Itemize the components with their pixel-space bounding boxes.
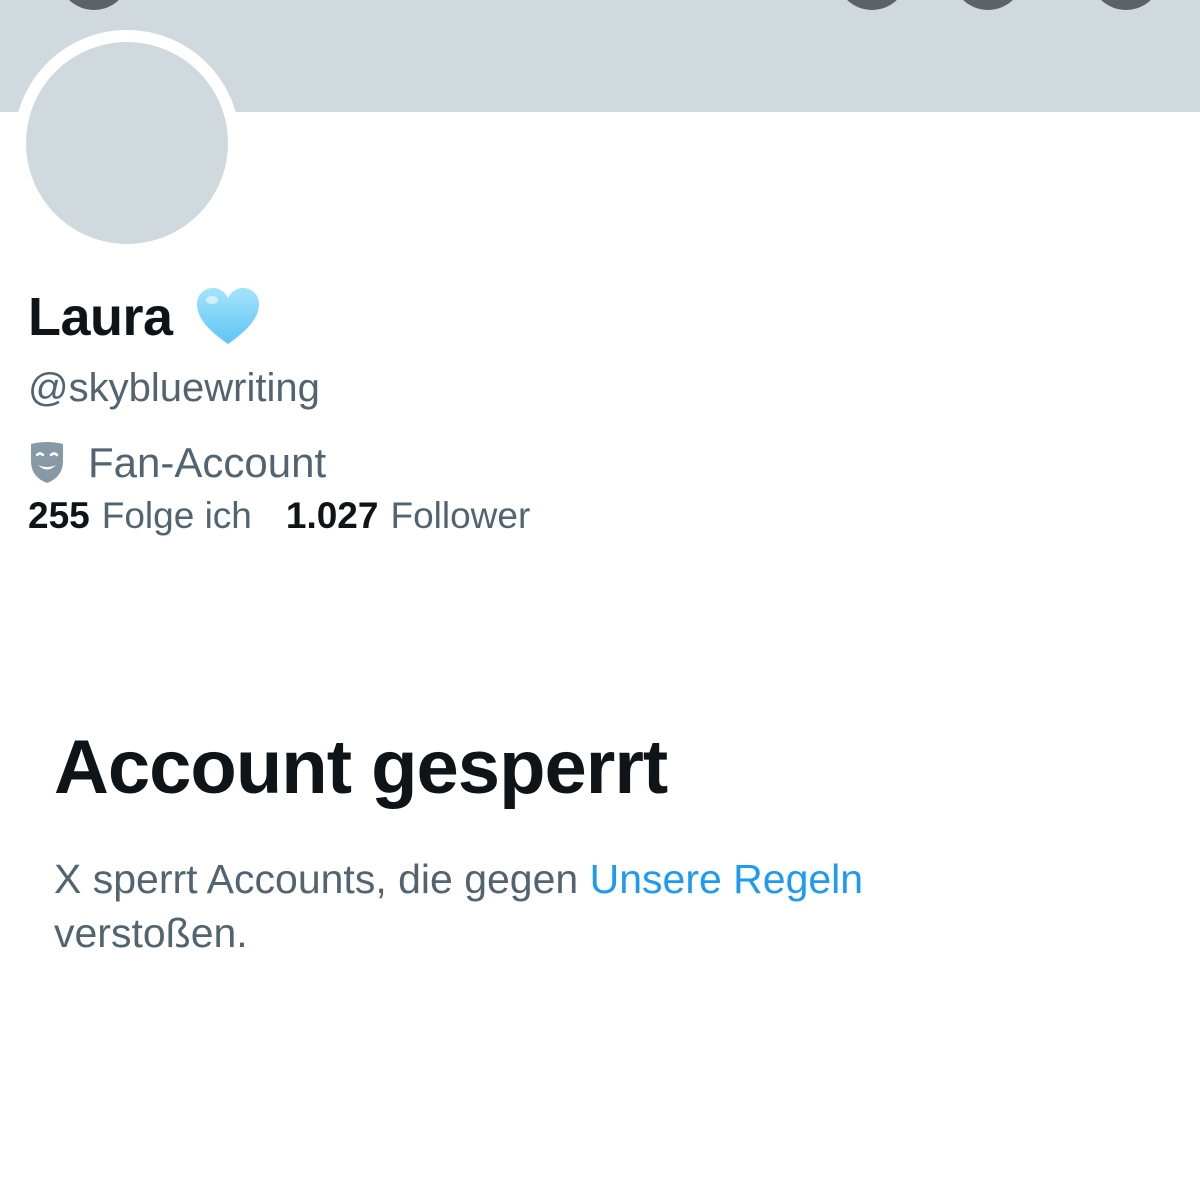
suspended-desc-suffix: verstoßen. (54, 910, 248, 956)
display-name: Laura (28, 287, 173, 347)
profile-name-row: Laura (28, 282, 261, 352)
profile-handle: @skybluewriting (28, 366, 320, 410)
suspended-description: X sperrt Accounts, die gegen Unsere Rege… (54, 852, 1054, 960)
followers-count: 1.027 (285, 495, 379, 536)
suspended-title: Account gesperrt (54, 725, 668, 810)
following-count: 255 (28, 495, 90, 536)
follow-stats: 255 Folge ich 1.027 Follower (28, 492, 530, 540)
following-label: Folge ich (101, 495, 252, 536)
avatar[interactable] (26, 42, 228, 244)
profile-category: Fan-Account (28, 436, 326, 490)
rules-link[interactable]: Unsere Regeln (590, 856, 864, 902)
followers-label: Follower (390, 495, 531, 536)
followers-stat[interactable]: 1.027 Follower (286, 495, 530, 537)
light-blue-heart-icon (195, 286, 261, 348)
following-stat[interactable]: 255 Folge ich (28, 495, 252, 537)
theater-mask-icon (28, 441, 66, 485)
suspended-desc-prefix: X sperrt Accounts, die gegen (54, 856, 590, 902)
category-label: Fan-Account (88, 439, 327, 486)
